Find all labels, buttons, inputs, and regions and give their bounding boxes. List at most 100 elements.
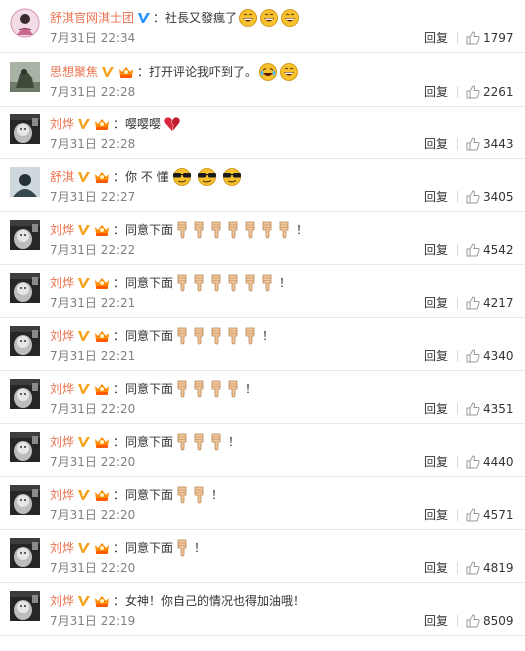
member-crown-icon bbox=[93, 117, 111, 131]
reply-button[interactable]: 回复 bbox=[424, 137, 448, 151]
reply-button[interactable]: 回复 bbox=[424, 614, 448, 628]
separator-colon: ： bbox=[113, 594, 126, 608]
avatar[interactable] bbox=[10, 62, 40, 92]
username-link[interactable]: 刘烨 bbox=[50, 274, 74, 292]
reply-button[interactable]: 回复 bbox=[424, 243, 448, 257]
divider bbox=[457, 32, 458, 44]
username-link[interactable]: 舒淇 bbox=[50, 168, 74, 186]
like-button[interactable]: 4340 bbox=[466, 348, 514, 364]
verified-icon bbox=[77, 435, 91, 449]
avatar[interactable] bbox=[10, 432, 40, 462]
username-link[interactable]: 思想聚焦 bbox=[50, 63, 98, 81]
like-button[interactable]: 4440 bbox=[466, 454, 514, 470]
comment-time: 7月31日 22:27 bbox=[50, 190, 136, 204]
avatar[interactable] bbox=[10, 326, 40, 356]
grin-emoji-icon bbox=[260, 9, 278, 27]
thumbs-up-icon bbox=[466, 455, 483, 469]
avatar[interactable] bbox=[10, 485, 40, 515]
avatar[interactable] bbox=[10, 591, 40, 621]
comment-time: 7月31日 22:21 bbox=[50, 349, 136, 363]
like-button[interactable]: 3443 bbox=[466, 136, 514, 152]
comment-item: 舒淇官网淇士团 ：社長又發瘋了 7月31日 22:34 回复 1797 bbox=[0, 0, 525, 53]
username-link[interactable]: 刘烨 bbox=[50, 592, 74, 610]
avatar[interactable] bbox=[10, 167, 40, 197]
comment-line: 舒淇官网淇士团 ：社長又發瘋了 bbox=[50, 9, 302, 27]
reply-button[interactable]: 回复 bbox=[424, 31, 448, 45]
like-button[interactable]: 4571 bbox=[466, 507, 514, 523]
thumbs-up-icon bbox=[466, 402, 483, 416]
thumbs-up-icon bbox=[466, 508, 483, 522]
comment-text: 打开评论我吓到了。 bbox=[149, 65, 258, 79]
like-count: 4351 bbox=[483, 402, 514, 416]
emoji-group bbox=[175, 486, 209, 504]
comment-line: 刘烨 ：嘤嘤嘤 bbox=[50, 115, 184, 133]
reply-button[interactable]: 回复 bbox=[424, 85, 448, 99]
reply-button[interactable]: 回复 bbox=[424, 455, 448, 469]
comment-text: 女神！你自己的情况也得加油哦！ bbox=[125, 594, 306, 608]
avatar[interactable] bbox=[10, 273, 40, 303]
separator-colon: ： bbox=[113, 223, 126, 237]
like-count: 4340 bbox=[483, 349, 514, 363]
comment-item: 刘烨 ：女神！你自己的情况也得加油哦！ 7月31日 22:19 回复 8509 bbox=[0, 583, 525, 636]
point-down-emoji-icon bbox=[209, 327, 223, 345]
comment-text: 同意下面 bbox=[125, 223, 174, 237]
like-button[interactable]: 4217 bbox=[466, 295, 514, 311]
like-button[interactable]: 8509 bbox=[466, 613, 514, 629]
avatar[interactable] bbox=[10, 379, 40, 409]
like-button[interactable]: 4542 bbox=[466, 242, 514, 258]
comment-text: 同意下面 bbox=[125, 541, 174, 555]
avatar[interactable] bbox=[10, 538, 40, 568]
verified-icon bbox=[137, 11, 151, 25]
thumbs-up-icon bbox=[466, 561, 483, 575]
thumbs-up-icon bbox=[466, 31, 483, 45]
comment-tail-text: ！ bbox=[262, 329, 275, 343]
reply-button[interactable]: 回复 bbox=[424, 508, 448, 522]
comment-line: 刘烨 ：同意下面 ！ bbox=[50, 221, 308, 239]
username-link[interactable]: 刘烨 bbox=[50, 539, 74, 557]
point-down-emoji-icon bbox=[226, 274, 240, 292]
member-crown-icon bbox=[93, 382, 111, 396]
comment-line: 刘烨 ：同意下面 ！ bbox=[50, 539, 206, 557]
username-link[interactable]: 刘烨 bbox=[50, 380, 74, 398]
comment-item: 刘烨 ：同意下面 ！ 7月31日 22:20 回复 4351 bbox=[0, 371, 525, 424]
point-down-emoji-icon bbox=[192, 380, 206, 398]
like-button[interactable]: 2261 bbox=[466, 84, 514, 100]
like-count: 8509 bbox=[483, 614, 514, 628]
reply-button[interactable]: 回复 bbox=[424, 349, 448, 363]
reply-button[interactable]: 回复 bbox=[424, 402, 448, 416]
username-link[interactable]: 刘烨 bbox=[50, 486, 74, 504]
point-down-emoji-icon bbox=[192, 486, 206, 504]
like-button[interactable]: 1797 bbox=[466, 30, 514, 46]
like-count: 3443 bbox=[483, 137, 514, 151]
point-down-emoji-icon bbox=[175, 539, 189, 557]
username-link[interactable]: 刘烨 bbox=[50, 115, 74, 133]
comment-item: 刘烨 ：同意下面 ！ 7月31日 22:20 回复 4571 bbox=[0, 477, 525, 530]
username-link[interactable]: 刘烨 bbox=[50, 221, 74, 239]
verified-icon bbox=[77, 594, 91, 608]
like-button[interactable]: 3405 bbox=[466, 189, 514, 205]
member-crown-icon bbox=[93, 276, 111, 290]
reply-button[interactable]: 回复 bbox=[424, 296, 448, 310]
avatar[interactable] bbox=[10, 114, 40, 144]
separator-colon: ： bbox=[113, 541, 126, 555]
username-link[interactable]: 刘烨 bbox=[50, 433, 74, 451]
point-down-emoji-icon bbox=[175, 221, 189, 239]
reply-button[interactable]: 回复 bbox=[424, 190, 448, 204]
member-crown-icon bbox=[93, 541, 111, 555]
avatar[interactable] bbox=[10, 220, 40, 250]
comment-tail-text: ！ bbox=[211, 488, 224, 502]
like-button[interactable]: 4351 bbox=[466, 401, 514, 417]
reply-button[interactable]: 回复 bbox=[424, 561, 448, 575]
member-crown-icon bbox=[93, 594, 111, 608]
comment-line: 思想聚焦 ：打开评论我吓到了。 bbox=[50, 63, 301, 81]
comment-time: 7月31日 22:20 bbox=[50, 508, 136, 522]
member-crown-icon bbox=[93, 488, 111, 502]
verified-icon bbox=[77, 329, 91, 343]
username-link[interactable]: 舒淇官网淇士团 bbox=[50, 9, 134, 27]
comment-text: 同意下面 bbox=[125, 435, 174, 449]
like-button[interactable]: 4819 bbox=[466, 560, 514, 576]
avatar[interactable] bbox=[10, 8, 40, 38]
comment-item: 舒淇 ：你 不 懂 7月31日 22:27 回复 3405 bbox=[0, 159, 525, 212]
comment-text: 同意下面 bbox=[125, 488, 174, 502]
username-link[interactable]: 刘烨 bbox=[50, 327, 74, 345]
